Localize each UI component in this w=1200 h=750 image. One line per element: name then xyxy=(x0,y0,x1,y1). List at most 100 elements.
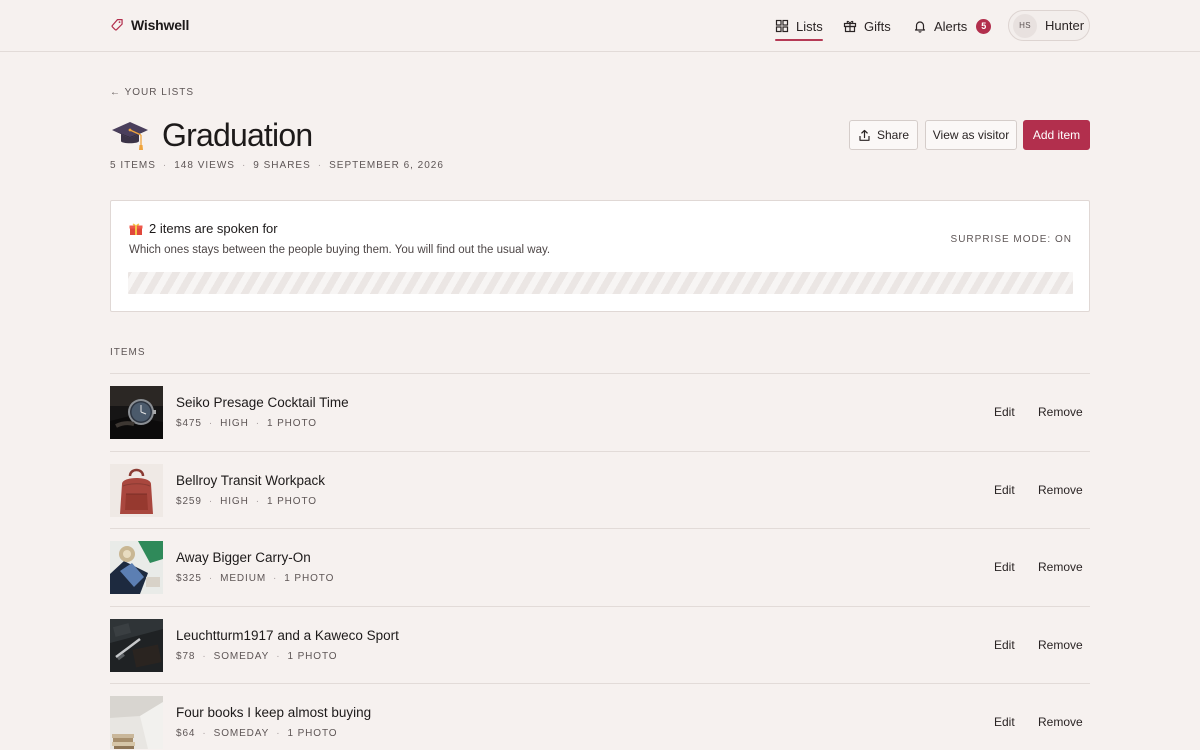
surprise-heading: 2 items are spoken for xyxy=(129,221,278,236)
meta-date: SEPTEMBER 6, 2026 xyxy=(329,160,444,171)
surprise-heading-text: 2 items are spoken for xyxy=(149,221,278,236)
edit-item-button[interactable]: Edit xyxy=(994,560,1015,574)
nav-lists-label: Lists xyxy=(796,18,823,34)
item-title[interactable]: Seiko Presage Cocktail Time xyxy=(176,395,349,410)
item-meta: $64 · SOMEDAY · 1 PHOTO xyxy=(176,728,337,739)
item-priority: HIGH xyxy=(220,418,249,429)
item-photo-count: 1 PHOTO xyxy=(266,495,317,507)
item-title[interactable]: Bellroy Transit Workpack xyxy=(176,473,325,488)
meta-separator: · xyxy=(317,160,323,171)
nav-alerts-label: Alerts xyxy=(934,18,968,34)
tag-icon xyxy=(111,18,123,31)
meta-separator: · xyxy=(208,418,214,429)
meta-separator: · xyxy=(202,728,207,739)
surprise-panel: 2 items are spoken for Which ones stays … xyxy=(110,200,1090,312)
luggage-photo xyxy=(110,541,163,594)
meta-separator: · xyxy=(208,495,214,507)
remove-item-button[interactable]: Remove xyxy=(1038,405,1083,419)
share-button[interactable]: Share xyxy=(849,120,918,150)
edit-item-button[interactable]: Edit xyxy=(994,638,1015,652)
item-photo-count: 1 PHOTO xyxy=(284,573,335,584)
backpack-photo xyxy=(110,463,163,517)
item-meta: $78 · SOMEDAY · 1 PHOTO xyxy=(176,651,337,662)
list-item[interactable]: Bellroy Transit Workpack $259 · HIGH · 1… xyxy=(110,452,1090,529)
user-name: Hunter xyxy=(1045,18,1085,33)
back-to-lists-link[interactable]: ← YOUR LISTS xyxy=(110,87,194,98)
item-priority: HIGH xyxy=(220,495,249,507)
item-thumbnail[interactable] xyxy=(110,463,163,517)
nav-gifts-label: Gifts xyxy=(864,18,891,34)
item-priority: MEDIUM xyxy=(220,573,267,584)
item-photo-count: 1 PHOTO xyxy=(287,650,338,662)
item-price: $475 xyxy=(176,418,202,429)
surprise-subtext: Which ones stays between the people buyi… xyxy=(129,244,551,256)
view-as-visitor-button[interactable]: View as visitor xyxy=(925,120,1017,150)
grid-icon xyxy=(775,19,789,33)
share-button-label: Share xyxy=(876,128,910,142)
list-meta: 5 ITEMS · 148 VIEWS · 9 SHARES · SEPTEMB… xyxy=(110,160,444,171)
alerts-count-badge: 5 xyxy=(976,18,992,34)
notebook-photo xyxy=(110,618,163,672)
item-title[interactable]: Away Bigger Carry-On xyxy=(176,550,311,565)
list-item[interactable]: Leuchtturm1917 and a Kaweco Sport $78 · … xyxy=(110,607,1090,684)
nav-gifts[interactable]: Gifts xyxy=(843,0,891,52)
surprise-mode-toggle[interactable]: SURPRISE MODE: ON xyxy=(951,234,1072,245)
remove-item-button[interactable]: Remove xyxy=(1038,715,1083,729)
gift-emoji-icon xyxy=(129,223,143,235)
remove-item-button[interactable]: Remove xyxy=(1038,638,1083,652)
remove-item-button[interactable]: Remove xyxy=(1038,560,1083,574)
hidden-progress-bar xyxy=(128,272,1073,294)
items-list: Seiko Presage Cocktail Time $475 · HIGH … xyxy=(110,373,1090,750)
item-thumbnail[interactable] xyxy=(110,541,163,594)
item-title[interactable]: Four books I keep almost buying xyxy=(176,705,371,720)
list-item[interactable]: Four books I keep almost buying $64 · SO… xyxy=(110,684,1090,750)
item-photo-count: 1 PHOTO xyxy=(287,728,338,739)
active-tab-indicator xyxy=(775,39,823,41)
item-priority: SOMEDAY xyxy=(213,728,270,739)
edit-item-button[interactable]: Edit xyxy=(994,715,1015,729)
edit-item-button[interactable]: Edit xyxy=(994,405,1015,419)
item-meta: $325 · MEDIUM · 1 PHOTO xyxy=(176,573,334,584)
meta-separator: · xyxy=(255,418,260,429)
nav-lists[interactable]: Lists xyxy=(775,0,823,52)
meta-views: 148 VIEWS xyxy=(174,160,235,171)
item-thumbnail[interactable] xyxy=(110,696,163,749)
edit-item-button[interactable]: Edit xyxy=(994,483,1015,497)
item-price: $64 xyxy=(176,728,196,739)
watch-photo xyxy=(110,386,163,439)
meta-separator: · xyxy=(276,728,281,739)
meta-separator: · xyxy=(273,573,278,584)
books-photo xyxy=(110,696,163,749)
top-bar: Wishwell Lists Gifts Alerts 5 HS Hunter xyxy=(0,0,1200,52)
item-priority: SOMEDAY xyxy=(213,650,270,662)
item-title[interactable]: Leuchtturm1917 and a Kaweco Sport xyxy=(176,628,399,643)
item-price: $325 xyxy=(176,573,202,584)
graduation-cap-icon xyxy=(112,122,148,150)
remove-item-button[interactable]: Remove xyxy=(1038,483,1083,497)
share-icon xyxy=(859,129,870,141)
brand-name: Wishwell xyxy=(131,17,190,33)
item-thumbnail[interactable] xyxy=(110,386,163,439)
meta-separator: · xyxy=(241,160,247,171)
meta-shares: 9 SHARES xyxy=(253,160,311,171)
brand-logo[interactable]: Wishwell xyxy=(110,17,189,33)
items-section-label: ITEMS xyxy=(110,347,146,358)
gift-icon xyxy=(843,20,857,33)
avatar: HS xyxy=(1013,13,1037,38)
meta-separator: · xyxy=(255,495,260,507)
list-header: Graduation xyxy=(110,115,313,155)
meta-separator: · xyxy=(202,650,207,662)
page-title: Graduation xyxy=(162,116,313,153)
item-photo-count: 1 PHOTO xyxy=(266,418,317,429)
list-item[interactable]: Away Bigger Carry-On $325 · MEDIUM · 1 P… xyxy=(110,529,1090,607)
add-item-button[interactable]: Add item xyxy=(1023,120,1090,150)
item-thumbnail[interactable] xyxy=(110,618,163,672)
meta-separator: · xyxy=(208,573,214,584)
user-menu[interactable]: HS Hunter xyxy=(1008,10,1090,41)
bell-icon xyxy=(914,21,926,33)
list-item[interactable]: Seiko Presage Cocktail Time $475 · HIGH … xyxy=(110,374,1090,452)
item-meta: $475 · HIGH · 1 PHOTO xyxy=(176,418,317,429)
meta-separator: · xyxy=(276,650,281,662)
item-meta: $259 · HIGH · 1 PHOTO xyxy=(176,496,317,507)
nav-alerts[interactable]: Alerts 5 xyxy=(913,0,992,52)
